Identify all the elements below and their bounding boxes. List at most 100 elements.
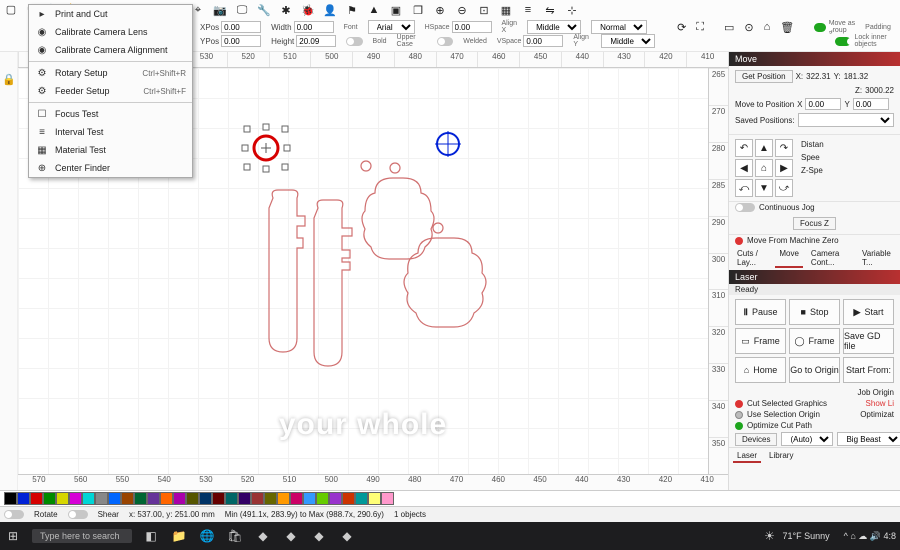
delete-icon[interactable]: 🗑 [780, 20, 794, 34]
moveto-x-input[interactable] [805, 98, 841, 110]
get-position-button[interactable]: Get Position [735, 70, 793, 83]
jog-home-button[interactable]: ⌂ [755, 159, 773, 177]
width-input[interactable] [294, 21, 334, 33]
taskbar-search[interactable]: Type here to search [32, 529, 132, 543]
frame-button[interactable]: ▭Frame [735, 328, 786, 354]
camera-small-icon[interactable]: ⛶ [696, 20, 704, 34]
color-swatch[interactable] [121, 492, 134, 505]
showli-link[interactable]: Show Li [866, 399, 894, 408]
color-swatch[interactable] [225, 492, 238, 505]
color-swatch[interactable] [69, 492, 82, 505]
start-button[interactable]: ▶Start [843, 299, 894, 325]
shear-toggle[interactable] [68, 510, 88, 519]
color-swatch[interactable] [368, 492, 381, 505]
height-input[interactable] [296, 35, 336, 47]
menu-item[interactable]: ◉Calibrate Camera Alignment [29, 41, 192, 59]
savegd-button[interactable]: Save GD file [843, 328, 894, 354]
font-select[interactable]: Arial [368, 20, 415, 34]
color-swatch[interactable] [355, 492, 368, 505]
align-icon[interactable]: ≡ [520, 2, 536, 18]
cut-paths[interactable] [269, 161, 486, 366]
color-swatch[interactable] [264, 492, 277, 505]
color-swatch[interactable] [238, 492, 251, 505]
color-swatch[interactable] [147, 492, 160, 505]
startfrom-button[interactable]: Start From: [843, 357, 894, 383]
explorer-icon[interactable]: 📁 [170, 527, 188, 545]
vspace-input[interactable] [523, 35, 563, 47]
moveasgroup-toggle[interactable] [814, 23, 825, 32]
color-swatch[interactable] [329, 492, 342, 505]
tab-move[interactable]: Move [775, 248, 803, 268]
welded-toggle[interactable] [437, 37, 453, 46]
app2-icon[interactable]: ◆ [282, 527, 300, 545]
color-swatch[interactable] [30, 492, 43, 505]
color-swatch[interactable] [4, 492, 17, 505]
origin-icon[interactable]: ⊙ [744, 20, 753, 34]
devices-button[interactable]: Devices [735, 433, 777, 446]
color-swatch[interactable] [95, 492, 108, 505]
app1-icon[interactable]: ◆ [254, 527, 272, 545]
color-swatch[interactable] [173, 492, 186, 505]
weather-icon[interactable]: ☀ [760, 527, 778, 545]
bug-icon[interactable]: 🐞 [300, 2, 316, 18]
color-swatch[interactable] [82, 492, 95, 505]
color-swatch[interactable] [342, 492, 355, 505]
normal-select[interactable]: Normal [591, 20, 647, 34]
home-small-icon[interactable]: ⌂ [764, 20, 771, 34]
hspace-input[interactable] [452, 21, 492, 33]
device-auto-select[interactable]: (Auto) [781, 432, 833, 446]
crosshair-icon[interactable]: ⊹ [564, 2, 580, 18]
weather-text[interactable]: 71°F Sunny [782, 531, 829, 541]
ypos-input[interactable] [221, 35, 261, 47]
alignx-select[interactable]: Middle [527, 20, 581, 34]
start-icon[interactable]: ⊞ [4, 527, 22, 545]
layers-icon[interactable]: ❐ [410, 2, 426, 18]
color-swatch[interactable] [290, 492, 303, 505]
focusz-button[interactable]: Focus Z [793, 217, 836, 230]
jog-sw-button[interactable]: ⤺ [735, 179, 753, 197]
pause-button[interactable]: ⅡPause [735, 299, 786, 325]
warning-icon[interactable]: ▲ [366, 2, 382, 18]
menu-item[interactable]: ▸Print and Cut [29, 5, 192, 23]
grid-icon[interactable]: ▦ [498, 2, 514, 18]
lockinner-toggle[interactable] [835, 37, 851, 46]
taskview-icon[interactable]: ◧ [142, 527, 160, 545]
color-swatch[interactable] [381, 492, 394, 505]
menu-item[interactable]: ⚙Feeder SetupCtrl+Shift+F [29, 82, 192, 100]
monitor-icon[interactable]: 🖵 [234, 2, 250, 18]
color-swatch[interactable] [134, 492, 147, 505]
tab-camera[interactable]: Camera Cont... [807, 248, 854, 268]
menu-item[interactable]: ≡Interval Test [29, 123, 192, 141]
zoomout-icon[interactable]: ⊖ [454, 2, 470, 18]
color-swatch[interactable] [108, 492, 121, 505]
tab-cuts[interactable]: Cuts / Lay... [733, 248, 771, 268]
jog-left-button[interactable]: ◀ [735, 159, 753, 177]
zoomfit-icon[interactable]: ⊡ [476, 2, 492, 18]
blue-target-shape[interactable] [435, 131, 461, 157]
color-swatch[interactable] [251, 492, 264, 505]
camera-icon[interactable]: 📷 [212, 2, 228, 18]
lock-left-icon[interactable]: 🔒 [2, 72, 16, 86]
oframe-button[interactable]: ◯Frame [789, 328, 840, 354]
color-swatch[interactable] [277, 492, 290, 505]
wrench-icon[interactable]: 🔧 [256, 2, 272, 18]
jog-nw-button[interactable]: ↶ [735, 139, 753, 157]
edge-icon[interactable]: 🌐 [198, 527, 216, 545]
moveto-y-input[interactable] [853, 98, 889, 110]
gear-icon[interactable]: ✱ [278, 2, 294, 18]
home-button[interactable]: ⌂Home [735, 357, 786, 383]
menu-item[interactable]: ⚙Rotary SetupCtrl+Shift+R [29, 64, 192, 82]
menu-item[interactable]: ◉Calibrate Camera Lens [29, 23, 192, 41]
refresh-icon[interactable]: ⟳ [677, 20, 686, 34]
optimizat-link[interactable]: Optimizat [860, 410, 894, 419]
tab-variable[interactable]: Variable T... [858, 248, 896, 268]
stop-button[interactable]: ■Stop [789, 299, 840, 325]
device-select[interactable]: Big Beast [837, 432, 900, 446]
menu-item[interactable]: ☐Focus Test [29, 105, 192, 123]
tab-library[interactable]: Library [765, 450, 797, 463]
menu-item[interactable]: ▦Material Test [29, 141, 192, 159]
color-swatch[interactable] [303, 492, 316, 505]
jog-down-button[interactable]: ▼ [755, 179, 773, 197]
xpos-input[interactable] [221, 21, 261, 33]
tab-laser[interactable]: Laser [733, 450, 761, 463]
